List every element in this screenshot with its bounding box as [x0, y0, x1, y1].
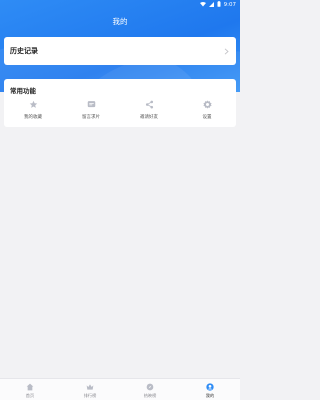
profile-icon — [206, 382, 215, 391]
signal-icon — [208, 1, 214, 9]
tab-label: 我的 — [205, 393, 215, 398]
home-icon — [26, 382, 35, 391]
message-icon — [86, 99, 96, 109]
bottom-tab-bar: 首页 排行榜 热映榜 我的 — [0, 378, 240, 400]
feature-label: 留言求片 — [82, 115, 100, 120]
status-time: 9:07 — [223, 2, 236, 8]
feature-label: 我的收藏 — [24, 115, 42, 120]
feature-label: 设置 — [202, 115, 212, 120]
status-bar: 9:07 — [0, 0, 240, 10]
features-title: 常用功能 — [10, 87, 36, 95]
share-icon — [144, 99, 154, 109]
features-section: 常用功能 我的收藏 留言求片 邀请好友 设置 — [4, 79, 236, 127]
feature-request[interactable]: 留言求片 — [62, 99, 120, 123]
tab-hot[interactable]: 热映榜 — [120, 379, 180, 400]
page-title: 我的 — [112, 17, 128, 26]
compass-icon — [146, 382, 155, 391]
history-row[interactable]: 历史记录 — [4, 37, 236, 65]
history-label: 历史记录 — [10, 47, 38, 55]
chevron-right-icon — [222, 47, 230, 55]
gear-icon — [202, 99, 212, 109]
tab-ranking[interactable]: 排行榜 — [60, 379, 120, 400]
star-icon — [28, 99, 38, 109]
crown-icon — [86, 382, 95, 391]
tab-label: 排行榜 — [83, 393, 97, 398]
battery-icon — [217, 1, 221, 9]
feature-settings[interactable]: 设置 — [178, 99, 236, 123]
feature-label: 邀请好友 — [140, 115, 158, 120]
feature-invite[interactable]: 邀请好友 — [120, 99, 178, 123]
tab-label: 首页 — [25, 393, 35, 398]
tab-label: 热映榜 — [143, 393, 157, 398]
tab-mine[interactable]: 我的 — [180, 379, 240, 400]
feature-favorites[interactable]: 我的收藏 — [4, 99, 62, 123]
wifi-icon — [199, 1, 206, 9]
tab-home[interactable]: 首页 — [0, 379, 60, 400]
